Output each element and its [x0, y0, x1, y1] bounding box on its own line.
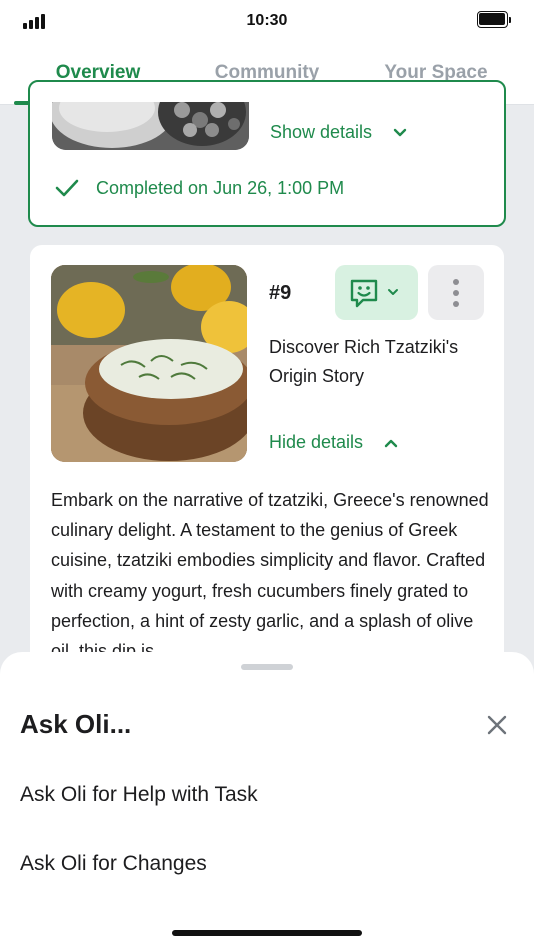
home-indicator — [172, 930, 362, 936]
sheet-title: Ask Oli... — [20, 709, 132, 739]
ask-oli-help-option[interactable]: Ask Oli for Help with Task — [20, 783, 258, 807]
chevron-up-icon — [384, 440, 398, 448]
show-details-toggle[interactable]: Show details — [270, 122, 407, 143]
feedback-button[interactable] — [335, 265, 418, 320]
completed-text: Completed on Jun 26, 1:00 PM — [96, 178, 345, 198]
check-icon — [55, 179, 79, 197]
task-number: #9 — [269, 282, 292, 304]
task-title: Discover Rich Tzatziki's Origin Story — [269, 337, 459, 386]
task-image — [52, 102, 249, 150]
hide-details-label: Hide details — [269, 432, 364, 452]
ask-oli-sheet: Ask Oli... Ask Oli for Help with Task As… — [0, 652, 534, 950]
task-card: #9 Discover Rich Tzatziki's Origin Story… — [30, 245, 504, 665]
sheet-grabber[interactable] — [241, 664, 293, 670]
chat-smile-icon — [350, 279, 378, 308]
more-options-button[interactable] — [428, 265, 484, 320]
chevron-down-icon — [393, 129, 407, 137]
chevron-down-icon — [388, 289, 398, 295]
completed-task-card[interactable]: Show details Completed on Jun 26, 1:00 P… — [28, 80, 506, 227]
status-time: 10:30 — [246, 12, 288, 29]
close-button[interactable] — [484, 712, 510, 738]
ask-oli-changes-option[interactable]: Ask Oli for Changes — [20, 852, 207, 876]
status-bar: 10:30 — [0, 0, 534, 42]
task-description: Embark on the narrative of tzatziki, Gre… — [51, 490, 489, 653]
hide-details-toggle[interactable]: Hide details — [269, 432, 398, 453]
completion-status: Completed on Jun 26, 1:00 PM — [54, 178, 344, 199]
battery-icon — [477, 11, 511, 28]
show-details-label: Show details — [270, 122, 373, 142]
close-icon — [487, 715, 507, 735]
tzatziki-image — [51, 265, 247, 462]
